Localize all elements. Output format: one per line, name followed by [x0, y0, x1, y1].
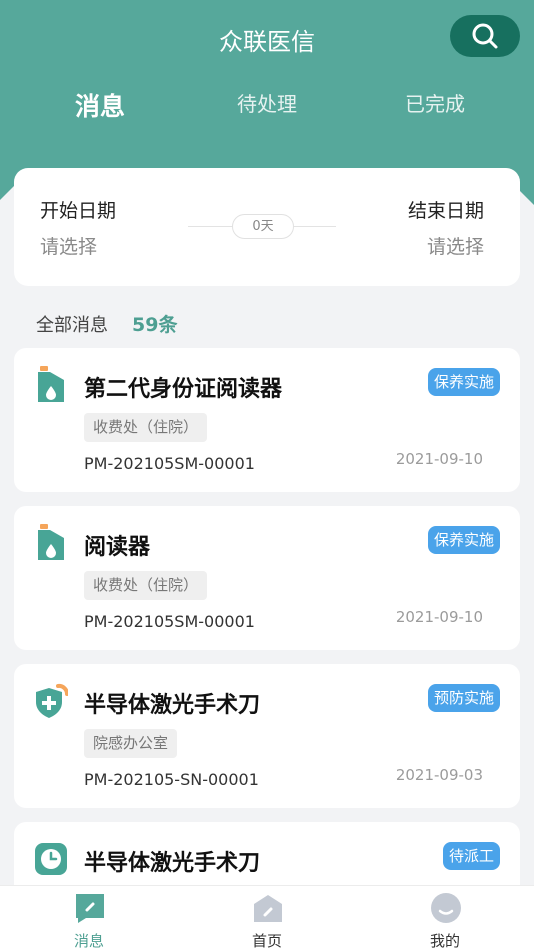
nav-label: 首页: [251, 932, 282, 950]
device-name: 阅读器: [84, 535, 151, 560]
status-badge: 预防实施: [427, 684, 500, 712]
oil-can-icon: [38, 366, 64, 402]
search-button[interactable]: [450, 15, 520, 57]
device-name: 半导体激光手术刀: [84, 693, 261, 718]
message-card[interactable]: 阅读器 保养实施 收费处（住院） PM-202105SM-00001 2021-…: [14, 506, 520, 650]
message-date: 2021-09-03: [395, 766, 483, 784]
clock-icon: [35, 843, 67, 875]
summary-label: 全部消息: [36, 315, 108, 336]
message-card[interactable]: 半导体激光手术刀 预防实施 院感办公室 PM-202105-SN-00001 2…: [14, 664, 520, 808]
shield-plus-icon: [36, 683, 68, 718]
device-name: 半导体激光手术刀: [84, 851, 261, 876]
message-date: 2021-09-10: [395, 608, 483, 626]
status-badge: 保养实施: [427, 368, 500, 396]
message-card[interactable]: 第二代身份证阅读器 保养实施 收费处（住院） PM-202105SM-00001…: [14, 348, 520, 492]
nav-label: 我的: [429, 932, 460, 950]
divider: [188, 226, 232, 227]
date-filter-card: 开始日期 请选择 0天 结束日期 请选择: [14, 168, 520, 286]
profile-icon: [431, 893, 461, 923]
nav-profile[interactable]: 我的: [395, 886, 495, 950]
status-badge: 待派工: [442, 842, 500, 870]
days-count-badge: 0天: [232, 214, 294, 239]
status-badge: 保养实施: [427, 526, 500, 554]
tab-completed[interactable]: 已完成: [405, 88, 465, 117]
summary-count: 59条: [132, 314, 178, 336]
department-tag: 收费处（住院）: [84, 413, 208, 442]
oil-can-icon: [38, 524, 64, 560]
tab-pending[interactable]: 待处理: [237, 88, 297, 117]
tab-messages[interactable]: 消息: [75, 87, 125, 123]
message-icon: [76, 894, 104, 923]
order-code: PM-202105-SN-00001: [84, 770, 259, 789]
bottom-nav: 消息 首页 我的: [0, 885, 534, 950]
home-icon: [254, 895, 282, 922]
department-tag: 收费处（住院）: [84, 571, 208, 600]
nav-messages[interactable]: 消息: [39, 886, 139, 950]
device-name: 第二代身份证阅读器: [84, 377, 283, 402]
start-date-label: 开始日期: [40, 200, 117, 222]
order-code: PM-202105SM-00001: [84, 612, 255, 631]
divider: [294, 226, 336, 227]
end-date-label: 结束日期: [407, 200, 484, 222]
search-icon: [472, 23, 498, 49]
message-date: 2021-09-10: [395, 450, 483, 468]
end-date-picker[interactable]: 请选择: [427, 232, 484, 259]
nav-label: 消息: [73, 932, 104, 950]
department-tag: 院感办公室: [84, 729, 178, 758]
order-code: PM-202105SM-00001: [84, 454, 255, 473]
start-date-picker[interactable]: 请选择: [40, 232, 97, 259]
nav-home[interactable]: 首页: [217, 886, 317, 950]
